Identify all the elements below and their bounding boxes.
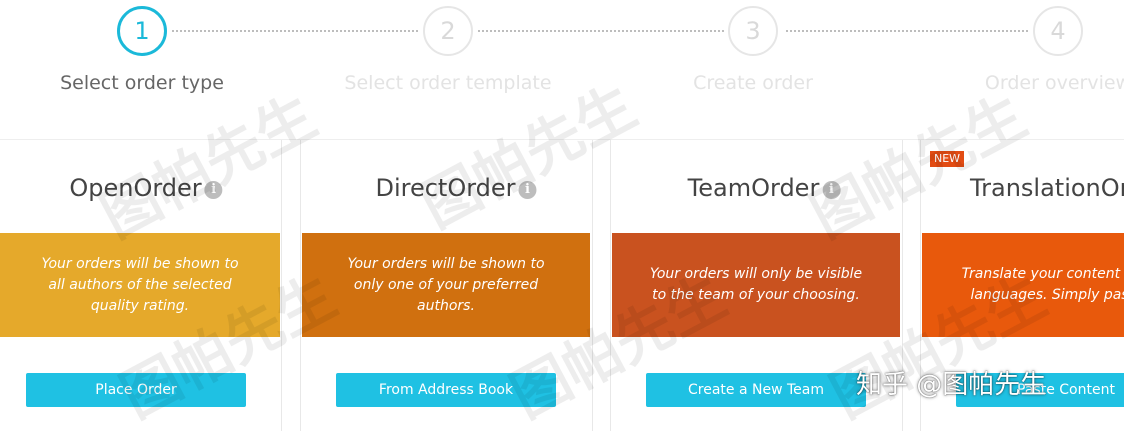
info-icon[interactable]: i [822,181,841,199]
card-description: Your orders will be shown to all authors… [41,255,239,314]
card-description: Your orders will be shown to only one of… [347,255,545,314]
new-badge: NEW [930,151,965,167]
watermark-credit: 知乎 @图帕先生 [856,370,1047,400]
card-description: Your orders will only be visible to the … [649,266,863,303]
card-border [300,140,301,431]
card-title: DirectOrder i [375,174,537,202]
info-icon[interactable]: i [518,181,537,199]
step-4-circle[interactable]: 4 [1033,6,1083,56]
description-band: Your orders will be shown to only one of… [302,233,590,337]
step-2-circle[interactable]: 2 [423,6,473,56]
from-address-book-button[interactable]: From Address Book [336,373,556,407]
card-title: TranslationOrder [970,174,1124,202]
card-description: Translate your content to many languages… [961,266,1124,303]
step-connector [786,30,1028,32]
card-border [281,140,282,431]
description-band: Your orders will only be visible to the … [612,233,900,337]
card-title-text: OpenOrder [69,174,202,202]
step-2-label: Select order template [344,72,552,94]
description-band: Translate your content to many languages… [922,233,1124,337]
order-type-card-directorder: DirectOrder i Your orders will be shown t… [300,140,593,431]
card-border [592,140,593,431]
order-steps: 1 2 3 4 Select order type Select order t… [0,0,1124,132]
card-title: TeamOrder i [688,174,841,202]
step-4-label: Order overview [984,72,1124,94]
place-order-button[interactable]: Place Order [26,373,246,407]
card-title-text: TranslationOrder [970,174,1124,202]
step-1-label: Select order type [60,72,224,94]
card-title: OpenOrder i [69,174,223,202]
card-title-text: DirectOrder [375,174,516,202]
card-border [610,140,611,431]
create-new-team-button[interactable]: Create a New Team [646,373,866,407]
info-icon[interactable]: i [204,181,223,199]
card-title-text: TeamOrder [687,174,820,202]
step-3-circle[interactable]: 3 [728,6,778,56]
step-1-circle[interactable]: 1 [117,6,167,56]
step-3-label: Create order [693,72,813,94]
description-band: Your orders will be shown to all authors… [0,233,280,337]
step-connector [478,30,724,32]
step-connector [172,30,418,32]
order-type-card-openorder: OpenOrder i Your orders will be shown to … [0,140,282,431]
